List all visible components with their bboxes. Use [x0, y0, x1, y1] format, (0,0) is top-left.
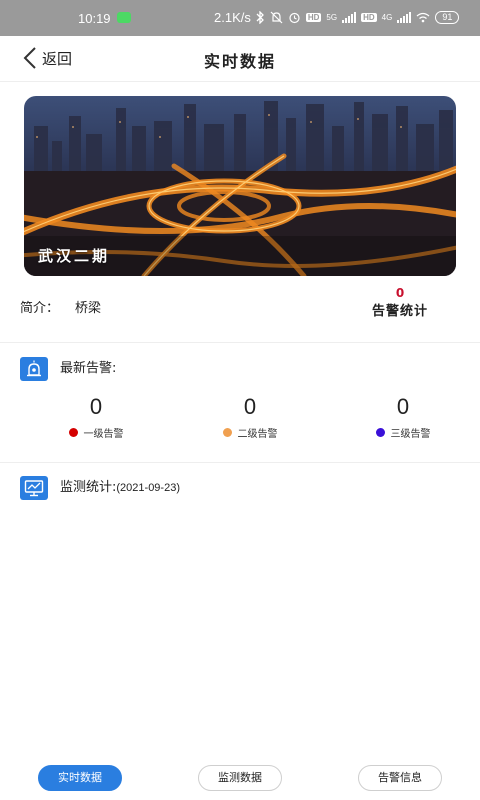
project-cover-image: 武汉二期 [24, 96, 456, 276]
hd-badge-1: HD [305, 13, 322, 22]
alarm-clock-icon [289, 12, 300, 24]
alarm-level-1-label: 一级告警 [83, 429, 124, 440]
alarm-level-2-count: 0 [243, 394, 257, 419]
level-3-dot-icon [375, 428, 385, 437]
monitoring-label: 监测统计: [60, 480, 117, 495]
project-intro: 简介： 桥梁 [20, 297, 101, 316]
project-name: 武汉二期 [38, 247, 111, 265]
network-speed: 2.1K/s [214, 10, 251, 25]
monitor-chart-icon [20, 476, 48, 500]
status-time: 10:19 [78, 11, 111, 26]
tab-alarm-info[interactable]: 告警信息 [358, 765, 442, 791]
alarm-count-value: 0 [395, 286, 405, 300]
alarm-levels: 0 一级告警 0 二级告警 0 三级告警 [0, 392, 480, 444]
intro-value: 桥梁 [75, 301, 102, 316]
divider [0, 342, 480, 343]
monitoring-title: 监测统计:(2021-09-23) [60, 476, 180, 495]
network-5g: 5G [326, 12, 338, 22]
divider [0, 462, 480, 463]
alarm-level-2-label: 二级告警 [237, 429, 278, 440]
alarm-level-1[interactable]: 0 一级告警 [36, 392, 156, 441]
tab-monitoring-data[interactable]: 监测数据 [198, 765, 282, 791]
alarm-level-3-count: 0 [396, 394, 410, 419]
alarm-level-2[interactable]: 0 二级告警 [190, 392, 310, 441]
alarm-level-1-count: 0 [89, 394, 103, 419]
network-4g: 4G [381, 12, 393, 22]
alarm-count-label: 告警统计 [371, 304, 428, 319]
wechat-notification-icon [117, 12, 131, 23]
level-1-dot-icon [68, 428, 78, 437]
alarm-level-3-label: 三级告警 [390, 429, 431, 440]
battery-indicator: 91 [435, 11, 460, 24]
latest-alarms-title: 最新告警: [60, 361, 117, 376]
app-header: 返回 实时数据 [0, 36, 480, 82]
signal-bars-2-icon [397, 12, 412, 23]
hd-badge-2: HD [361, 13, 377, 22]
mute-bell-icon [270, 11, 283, 24]
signal-bars-1-icon [342, 12, 357, 23]
intro-label: 简介： [20, 301, 60, 316]
alarm-level-3[interactable]: 0 三级告警 [343, 392, 463, 441]
page-title: 实时数据 [203, 52, 276, 71]
alarm-statistics[interactable]: 0 告警统计 [362, 286, 438, 319]
status-bar: 10:19 2.1K/s HD 5G HD 4G 91 [0, 0, 480, 36]
bluetooth-icon [256, 11, 264, 24]
wifi-icon [416, 12, 430, 23]
alarm-lamp-icon [20, 357, 48, 381]
tab-realtime-data[interactable]: 实时数据 [38, 765, 122, 791]
status-icons: 2.1K/s HD 5G HD 4G 91 [214, 10, 460, 25]
level-2-dot-icon [222, 428, 232, 437]
monitoring-date: (2021-09-23) [116, 482, 180, 494]
